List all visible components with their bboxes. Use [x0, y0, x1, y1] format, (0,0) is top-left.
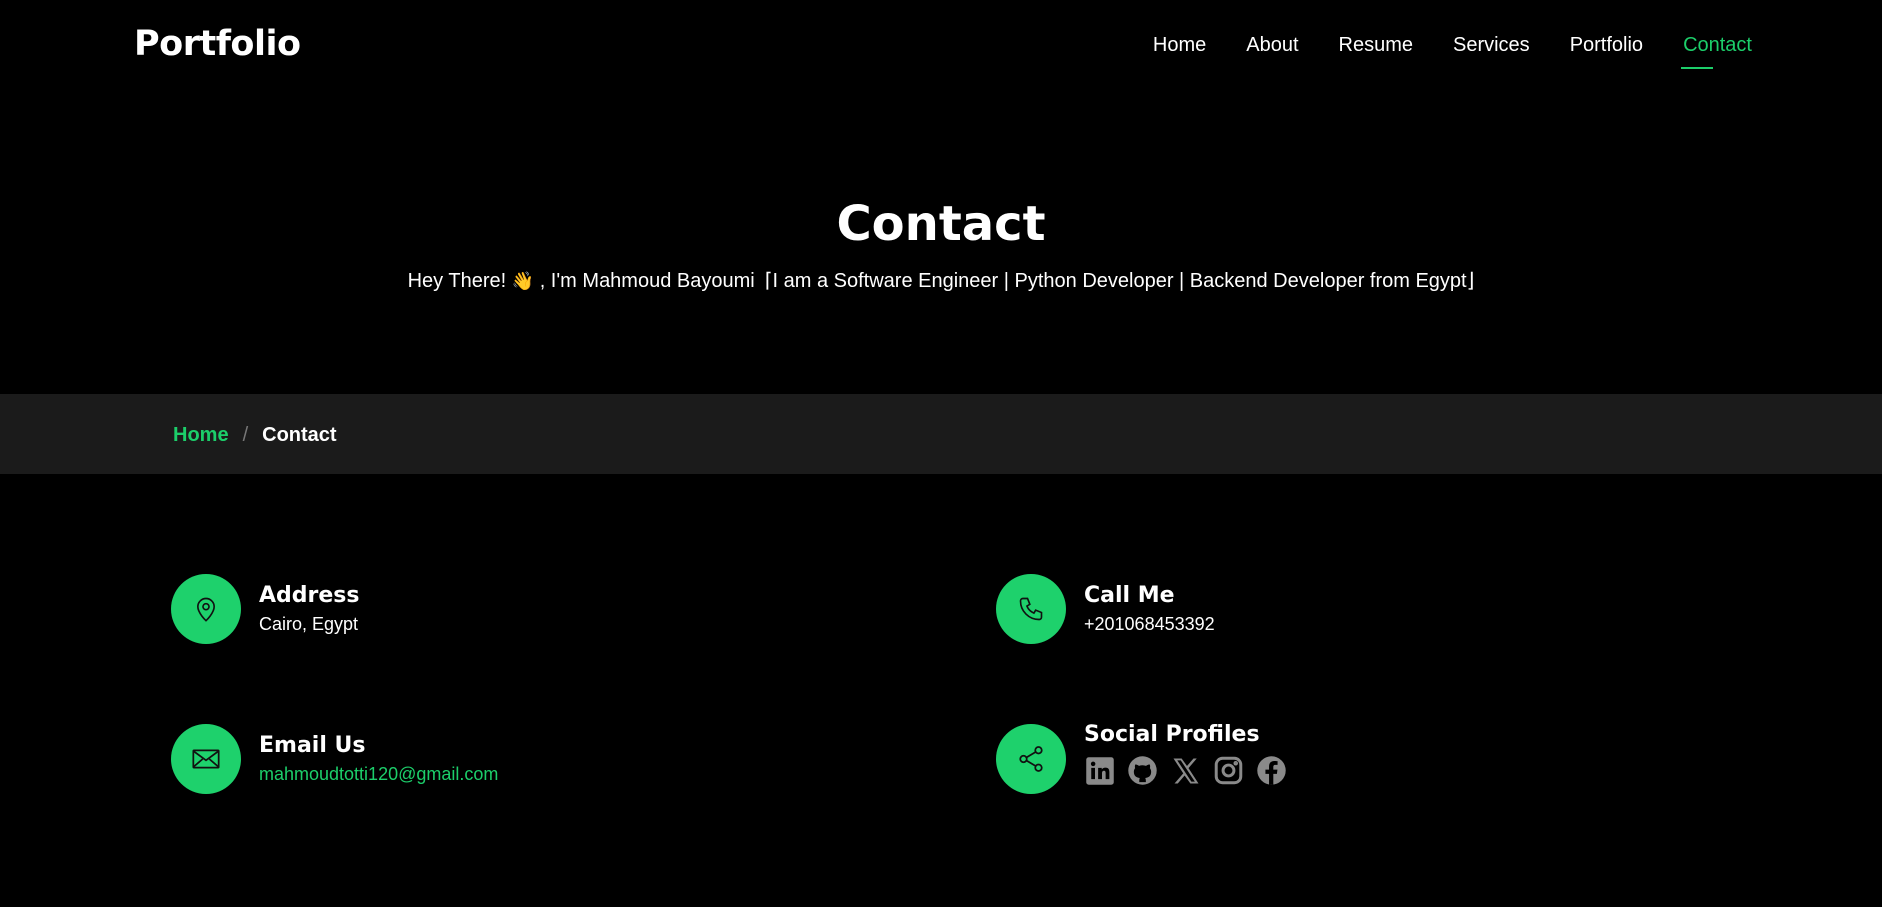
hero-intro: , I'm Mahmoud Bayoumi — [534, 270, 755, 292]
nav-contact[interactable]: Contact — [1681, 34, 1752, 69]
breadcrumb-current: Contact — [262, 424, 337, 446]
x-icon[interactable] — [1170, 755, 1201, 786]
hero-typed-text: ⌈I am a Software Engineer | Python Devel… — [764, 270, 1475, 292]
hero-greeting: Hey There! — [407, 270, 512, 292]
share-icon — [996, 724, 1066, 794]
nav-about[interactable]: About — [1246, 34, 1298, 69]
nav-services[interactable]: Services — [1453, 34, 1530, 69]
breadcrumb: Home / Contact — [173, 424, 337, 447]
nav-resume[interactable]: Resume — [1339, 34, 1413, 69]
map-pin-icon — [171, 574, 241, 644]
social-block: Social Profiles — [996, 722, 1287, 794]
wave-emoji-icon: 👋 — [511, 271, 535, 291]
address-value: Cairo, Egypt — [259, 614, 359, 634]
email-block: Email Us mahmoudtotti120@gmail.com — [171, 724, 498, 794]
address-block: Address Cairo, Egypt — [171, 574, 359, 644]
nav-portfolio[interactable]: Portfolio — [1570, 34, 1643, 69]
breadcrumb-home-link[interactable]: Home — [173, 424, 229, 447]
phone-block: Call Me +201068453392 — [996, 574, 1215, 644]
social-title: Social Profiles — [1084, 722, 1260, 747]
email-link[interactable]: mahmoudtotti120@gmail.com — [259, 764, 498, 785]
envelope-icon — [171, 724, 241, 794]
page-title: Contact — [836, 196, 1046, 252]
hero-subtitle: Hey There! 👋 , I'm Mahmoud Bayoumi ⌈I am … — [0, 268, 1882, 293]
breadcrumb-separator: / — [242, 424, 249, 446]
phone-value[interactable]: +201068453392 — [1084, 614, 1215, 635]
breadcrumb-bar: Home / Contact — [0, 394, 1882, 474]
nav-home[interactable]: Home — [1153, 34, 1206, 69]
instagram-icon[interactable] — [1213, 755, 1244, 786]
github-icon[interactable] — [1127, 755, 1158, 786]
linkedin-icon[interactable] — [1084, 755, 1115, 786]
phone-icon — [996, 574, 1066, 644]
site-logo[interactable]: Portfolio — [134, 24, 301, 64]
address-title: Address — [259, 583, 360, 608]
phone-title: Call Me — [1084, 583, 1175, 608]
site-header: Portfolio Home About Resume Services Por… — [0, 0, 1882, 95]
email-title: Email Us — [259, 733, 366, 758]
main-nav: Home About Resume Services Portfolio Con… — [1153, 34, 1752, 69]
facebook-icon[interactable] — [1256, 755, 1287, 786]
social-links — [1084, 755, 1287, 786]
